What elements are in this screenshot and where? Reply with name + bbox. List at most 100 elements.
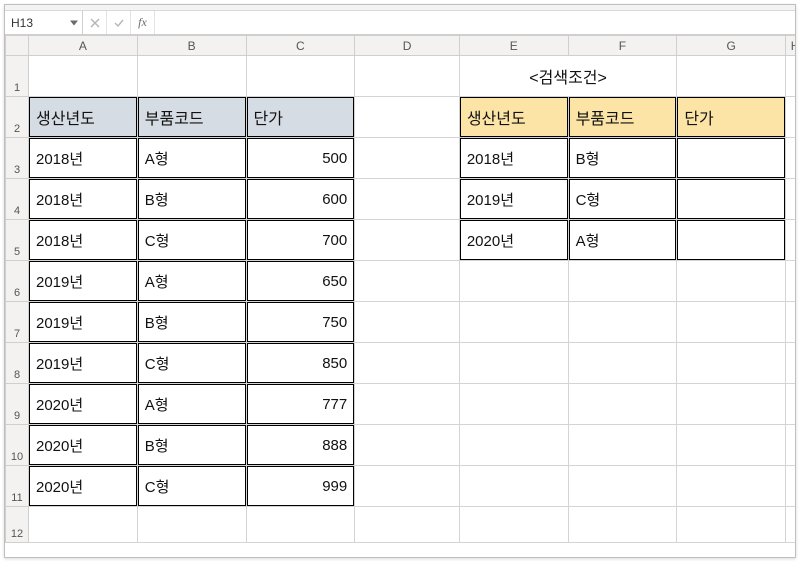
- cell[interactable]: [355, 97, 460, 138]
- cell[interactable]: [355, 138, 460, 179]
- cell[interactable]: [246, 507, 355, 543]
- cell[interactable]: A형: [137, 384, 246, 425]
- cell[interactable]: B형: [137, 179, 246, 220]
- cell[interactable]: [786, 97, 795, 138]
- cell[interactable]: [677, 56, 786, 97]
- cell[interactable]: 2019년: [459, 179, 568, 220]
- row-header[interactable]: 8: [6, 343, 29, 384]
- cell[interactable]: 888: [246, 425, 355, 466]
- cell[interactable]: [786, 220, 795, 261]
- cell[interactable]: 2018년: [29, 179, 138, 220]
- cell[interactable]: [677, 138, 786, 179]
- row-header[interactable]: 2: [6, 97, 29, 138]
- row-header[interactable]: 1: [6, 56, 29, 97]
- cell[interactable]: [786, 425, 795, 466]
- cell[interactable]: B형: [568, 138, 677, 179]
- row-header[interactable]: 4: [6, 179, 29, 220]
- fx-label[interactable]: fx: [131, 11, 155, 34]
- cell[interactable]: [459, 466, 568, 507]
- cell[interactable]: <검색조건>: [459, 56, 677, 97]
- cell[interactable]: [355, 302, 460, 343]
- cell[interactable]: [355, 384, 460, 425]
- cell[interactable]: 700: [246, 220, 355, 261]
- cell[interactable]: [568, 302, 677, 343]
- cell[interactable]: [786, 302, 795, 343]
- cell[interactable]: [786, 138, 795, 179]
- cell[interactable]: [568, 425, 677, 466]
- cell[interactable]: [568, 261, 677, 302]
- cell[interactable]: [355, 466, 460, 507]
- row-header[interactable]: 12: [6, 507, 29, 543]
- cell[interactable]: [355, 425, 460, 466]
- cell[interactable]: 단가: [246, 97, 355, 138]
- cell[interactable]: [677, 179, 786, 220]
- cell[interactable]: [459, 425, 568, 466]
- cell[interactable]: [677, 220, 786, 261]
- col-header-F[interactable]: F: [568, 36, 677, 56]
- cell[interactable]: [786, 261, 795, 302]
- cell[interactable]: 2019년: [29, 261, 138, 302]
- cell[interactable]: [355, 261, 460, 302]
- row-header[interactable]: 10: [6, 425, 29, 466]
- cell[interactable]: 777: [246, 384, 355, 425]
- row-header[interactable]: 5: [6, 220, 29, 261]
- cell[interactable]: 생산년도: [29, 97, 138, 138]
- cell[interactable]: [677, 343, 786, 384]
- formula-input[interactable]: [155, 11, 795, 34]
- col-header-D[interactable]: D: [355, 36, 460, 56]
- cell[interactable]: C형: [568, 179, 677, 220]
- cell[interactable]: 2019년: [29, 302, 138, 343]
- cell[interactable]: 850: [246, 343, 355, 384]
- cell[interactable]: A형: [568, 220, 677, 261]
- cell[interactable]: [786, 179, 795, 220]
- cell[interactable]: [459, 302, 568, 343]
- cell[interactable]: 2019년: [29, 343, 138, 384]
- cell[interactable]: [786, 466, 795, 507]
- cell[interactable]: 2020년: [29, 384, 138, 425]
- cell[interactable]: C형: [137, 466, 246, 507]
- cell[interactable]: 2018년: [29, 220, 138, 261]
- cell[interactable]: [459, 384, 568, 425]
- cell[interactable]: C형: [137, 343, 246, 384]
- cell[interactable]: [786, 343, 795, 384]
- col-header-E[interactable]: E: [459, 36, 568, 56]
- cancel-button[interactable]: [83, 11, 107, 34]
- row-header[interactable]: 9: [6, 384, 29, 425]
- cell[interactable]: [677, 425, 786, 466]
- cell[interactable]: 650: [246, 261, 355, 302]
- cell[interactable]: [677, 261, 786, 302]
- col-header-B[interactable]: B: [137, 36, 246, 56]
- cell[interactable]: [355, 507, 460, 543]
- cell[interactable]: 2018년: [459, 138, 568, 179]
- row-header[interactable]: 3: [6, 138, 29, 179]
- cell[interactable]: [459, 343, 568, 384]
- cell[interactable]: C형: [137, 220, 246, 261]
- cell[interactable]: [677, 507, 786, 543]
- cell[interactable]: [355, 56, 460, 97]
- col-header-A[interactable]: A: [29, 36, 138, 56]
- col-header-C[interactable]: C: [246, 36, 355, 56]
- cell[interactable]: [568, 343, 677, 384]
- cell[interactable]: [355, 343, 460, 384]
- cell[interactable]: [355, 220, 460, 261]
- cell[interactable]: 999: [246, 466, 355, 507]
- cell[interactable]: 2020년: [29, 425, 138, 466]
- select-all-corner[interactable]: [6, 36, 29, 56]
- cell[interactable]: 500: [246, 138, 355, 179]
- row-header[interactable]: 11: [6, 466, 29, 507]
- row-header[interactable]: 6: [6, 261, 29, 302]
- cell[interactable]: [355, 179, 460, 220]
- cell[interactable]: [246, 56, 355, 97]
- cell[interactable]: B형: [137, 425, 246, 466]
- cell[interactable]: 750: [246, 302, 355, 343]
- name-box[interactable]: H13: [5, 11, 83, 34]
- cell[interactable]: [786, 56, 795, 97]
- cell[interactable]: [29, 56, 138, 97]
- accept-button[interactable]: [107, 11, 131, 34]
- cell[interactable]: [786, 384, 795, 425]
- cell[interactable]: [568, 466, 677, 507]
- cell[interactable]: 2020년: [459, 220, 568, 261]
- cell[interactable]: [29, 507, 138, 543]
- cell[interactable]: [568, 507, 677, 543]
- cell[interactable]: [137, 507, 246, 543]
